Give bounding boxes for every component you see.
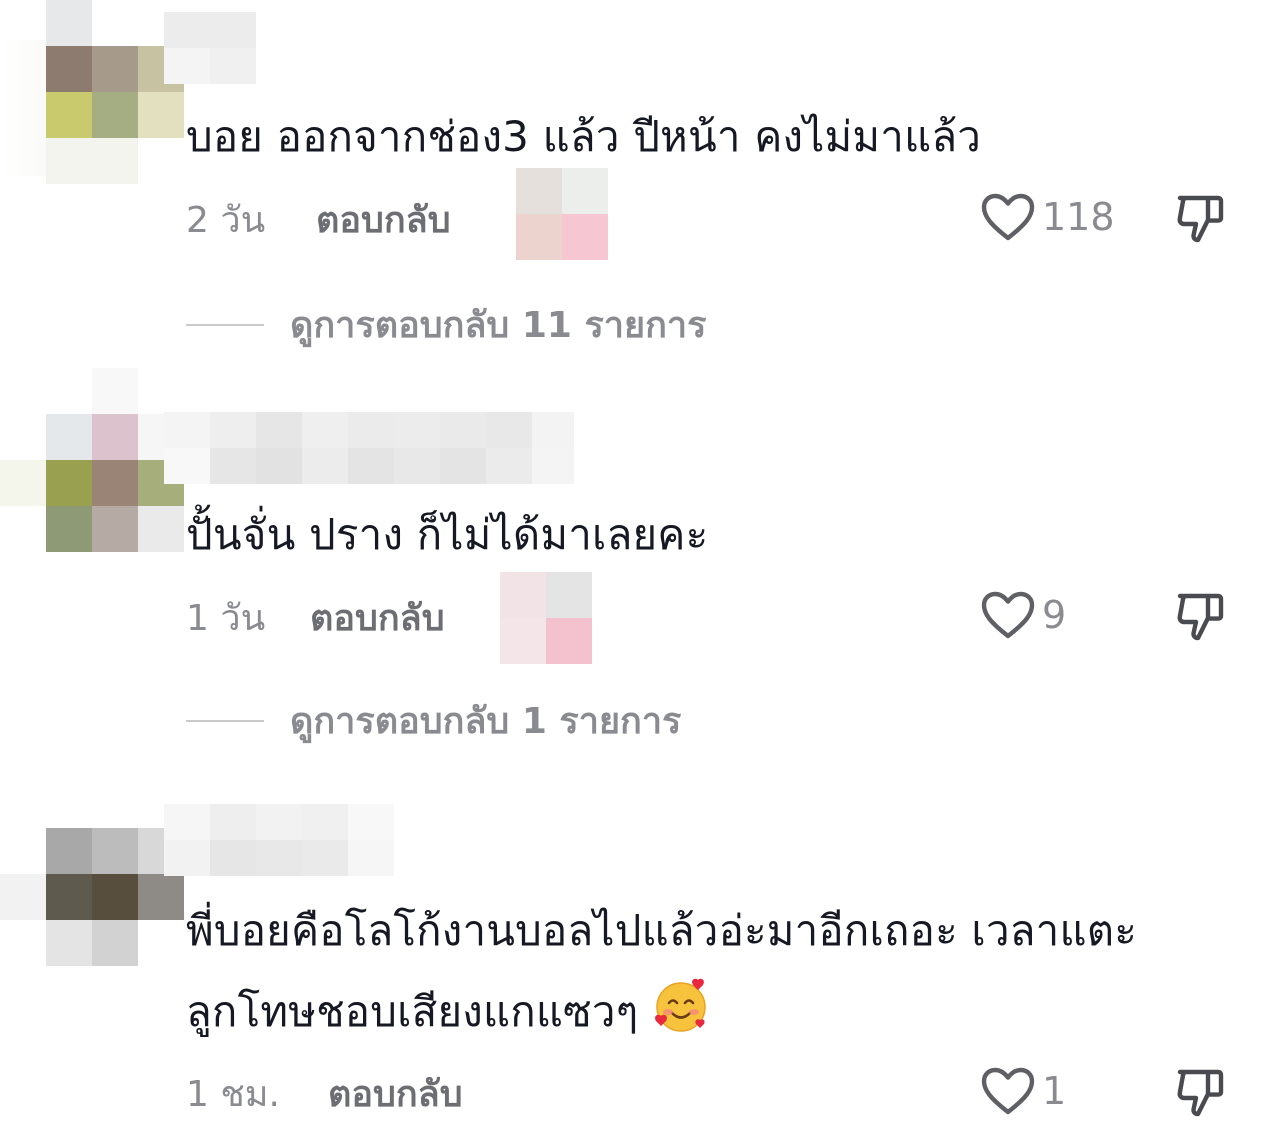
like-count: 118 [1042, 195, 1115, 239]
heart-outline-icon [981, 1067, 1035, 1115]
comment-meta: 1 ชม. ตอบกลับ [186, 1068, 463, 1118]
view-replies-button[interactable]: ดูการตอบกลับ 11 รายการ [186, 296, 706, 353]
smiling-face-with-hearts-icon [652, 976, 710, 1034]
view-replies-button[interactable]: ดูการตอบกลับ 1 รายการ [186, 692, 681, 749]
thumbs-down-outline-icon[interactable] [1172, 588, 1228, 644]
sticker-blurred [500, 572, 592, 664]
sticker-blurred [516, 168, 608, 260]
reply-button[interactable]: ตอบกลับ [310, 589, 445, 646]
comment-meta: 2 วัน ตอบกลับ [186, 194, 451, 244]
like-count: 9 [1042, 593, 1067, 637]
username-blurred[interactable] [164, 412, 574, 484]
avatar[interactable] [46, 414, 184, 552]
username-blurred[interactable] [164, 804, 400, 876]
thumbs-down-outline-icon[interactable] [1172, 190, 1228, 246]
comment-text: พี่บอยคือโลโก้งานบอลไปแล้วอ่ะมาอีกเถอะ เ… [186, 898, 1246, 1045]
reply-button[interactable]: ตอบกลับ [316, 191, 451, 248]
comment-text-line: พี่บอยคือโลโก้งานบอลไปแล้วอ่ะมาอีกเถอะ เ… [186, 906, 1137, 955]
divider-line [186, 719, 264, 722]
view-replies-label: ดูการตอบกลับ 1 รายการ [290, 701, 682, 742]
avatar[interactable] [46, 828, 184, 966]
heart-outline-icon [981, 193, 1035, 241]
comment-time: 1 ชม. [186, 1073, 280, 1115]
like-count: 1 [1042, 1069, 1067, 1113]
comment-text-line-2: ลูกโทษชอบเสียงแกแซวๆ [186, 976, 1246, 1045]
comment-time: 2 วัน [186, 199, 266, 241]
comment-text-line: ลูกโทษชอบเสียงแกแซวๆ [186, 987, 639, 1036]
username-blurred[interactable] [164, 12, 256, 84]
avatar[interactable] [46, 0, 184, 138]
reply-button[interactable]: ตอบกลับ [328, 1065, 463, 1122]
like-button[interactable]: 118 [980, 192, 1115, 242]
comment-text: ปั้นจั่น ปราง ก็ไม่ได้มาเลยคะ [186, 510, 709, 559]
view-replies-label: ดูการตอบกลับ 11 รายการ [290, 305, 707, 346]
like-button[interactable]: 9 [980, 590, 1066, 640]
avatar-blur-edge [0, 40, 48, 176]
thumbs-down-outline-icon[interactable] [1172, 1064, 1228, 1120]
like-button[interactable]: 1 [980, 1066, 1066, 1116]
divider-line [186, 323, 264, 326]
heart-outline-icon [981, 591, 1035, 639]
comment-meta: 1 วัน ตอบกลับ [186, 592, 445, 642]
comment-time: 1 วัน [186, 597, 266, 639]
comment-text: บอย ออกจากช่อง3 แล้ว ปีหน้า คงไม่มาแล้ว [186, 112, 982, 161]
